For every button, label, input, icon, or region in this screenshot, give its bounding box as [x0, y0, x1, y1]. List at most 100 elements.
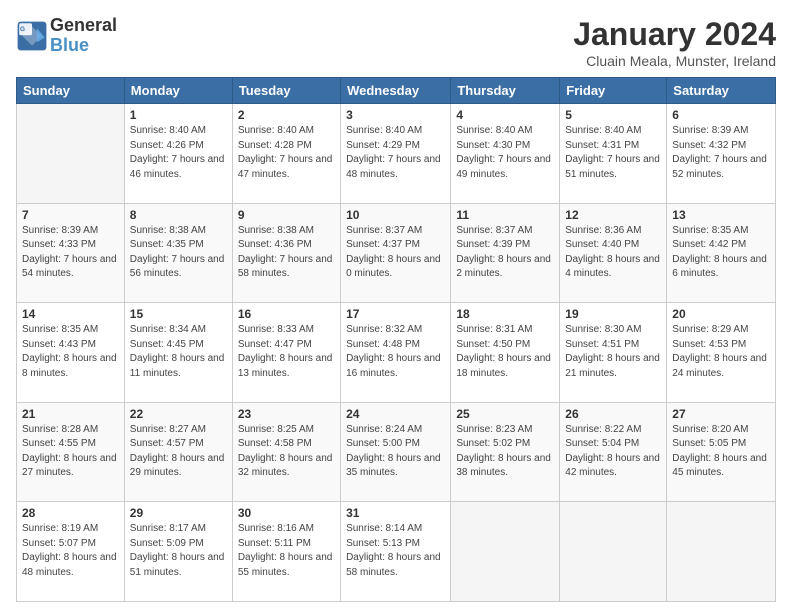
day-cell	[667, 502, 776, 602]
week-row-1: 7 Sunrise: 8:39 AMSunset: 4:33 PMDayligh…	[17, 203, 776, 303]
day-cell: 22 Sunrise: 8:27 AMSunset: 4:57 PMDaylig…	[124, 402, 232, 502]
day-cell: 4 Sunrise: 8:40 AMSunset: 4:30 PMDayligh…	[451, 104, 560, 204]
day-cell: 14 Sunrise: 8:35 AMSunset: 4:43 PMDaylig…	[17, 303, 125, 403]
day-number: 6	[672, 108, 770, 122]
svg-text:G: G	[20, 26, 25, 33]
day-number: 26	[565, 407, 661, 421]
header-sunday: Sunday	[17, 78, 125, 104]
day-number: 11	[456, 208, 554, 222]
day-cell: 20 Sunrise: 8:29 AMSunset: 4:53 PMDaylig…	[667, 303, 776, 403]
day-number: 2	[238, 108, 335, 122]
day-info: Sunrise: 8:39 AMSunset: 4:33 PMDaylight:…	[22, 224, 119, 282]
day-info: Sunrise: 8:24 AMSunset: 5:00 PMDaylight:…	[346, 423, 445, 481]
day-number: 14	[22, 307, 119, 321]
day-info: Sunrise: 8:22 AMSunset: 5:04 PMDaylight:…	[565, 423, 661, 481]
day-number: 24	[346, 407, 445, 421]
day-cell: 6 Sunrise: 8:39 AMSunset: 4:32 PMDayligh…	[667, 104, 776, 204]
day-info: Sunrise: 8:40 AMSunset: 4:26 PMDaylight:…	[130, 124, 227, 182]
day-number: 31	[346, 506, 445, 520]
header-friday: Friday	[560, 78, 667, 104]
header-row: Sunday Monday Tuesday Wednesday Thursday…	[17, 78, 776, 104]
day-number: 29	[130, 506, 227, 520]
day-number: 1	[130, 108, 227, 122]
day-cell: 15 Sunrise: 8:34 AMSunset: 4:45 PMDaylig…	[124, 303, 232, 403]
day-cell: 19 Sunrise: 8:30 AMSunset: 4:51 PMDaylig…	[560, 303, 667, 403]
day-number: 20	[672, 307, 770, 321]
day-number: 25	[456, 407, 554, 421]
day-info: Sunrise: 8:37 AMSunset: 4:37 PMDaylight:…	[346, 224, 445, 282]
location: Cluain Meala, Munster, Ireland	[573, 53, 776, 69]
header-saturday: Saturday	[667, 78, 776, 104]
day-cell: 21 Sunrise: 8:28 AMSunset: 4:55 PMDaylig…	[17, 402, 125, 502]
day-cell: 12 Sunrise: 8:36 AMSunset: 4:40 PMDaylig…	[560, 203, 667, 303]
day-info: Sunrise: 8:39 AMSunset: 4:32 PMDaylight:…	[672, 124, 770, 182]
day-cell: 23 Sunrise: 8:25 AMSunset: 4:58 PMDaylig…	[232, 402, 340, 502]
day-cell: 18 Sunrise: 8:31 AMSunset: 4:50 PMDaylig…	[451, 303, 560, 403]
day-number: 13	[672, 208, 770, 222]
week-row-2: 14 Sunrise: 8:35 AMSunset: 4:43 PMDaylig…	[17, 303, 776, 403]
day-number: 19	[565, 307, 661, 321]
week-row-4: 28 Sunrise: 8:19 AMSunset: 5:07 PMDaylig…	[17, 502, 776, 602]
day-info: Sunrise: 8:19 AMSunset: 5:07 PMDaylight:…	[22, 522, 119, 580]
day-cell	[560, 502, 667, 602]
day-number: 4	[456, 108, 554, 122]
logo: G General Blue	[16, 16, 117, 56]
day-cell	[17, 104, 125, 204]
day-info: Sunrise: 8:34 AMSunset: 4:45 PMDaylight:…	[130, 323, 227, 381]
day-info: Sunrise: 8:37 AMSunset: 4:39 PMDaylight:…	[456, 224, 554, 282]
header-monday: Monday	[124, 78, 232, 104]
day-info: Sunrise: 8:40 AMSunset: 4:30 PMDaylight:…	[456, 124, 554, 182]
day-number: 21	[22, 407, 119, 421]
day-cell: 24 Sunrise: 8:24 AMSunset: 5:00 PMDaylig…	[341, 402, 451, 502]
title-area: January 2024 Cluain Meala, Munster, Irel…	[573, 16, 776, 69]
day-number: 5	[565, 108, 661, 122]
day-cell: 25 Sunrise: 8:23 AMSunset: 5:02 PMDaylig…	[451, 402, 560, 502]
day-cell: 7 Sunrise: 8:39 AMSunset: 4:33 PMDayligh…	[17, 203, 125, 303]
day-info: Sunrise: 8:14 AMSunset: 5:13 PMDaylight:…	[346, 522, 445, 580]
calendar-page: G General Blue January 2024 Cluain Meala…	[0, 0, 792, 612]
day-info: Sunrise: 8:38 AMSunset: 4:36 PMDaylight:…	[238, 224, 335, 282]
day-number: 7	[22, 208, 119, 222]
day-cell: 29 Sunrise: 8:17 AMSunset: 5:09 PMDaylig…	[124, 502, 232, 602]
day-cell: 26 Sunrise: 8:22 AMSunset: 5:04 PMDaylig…	[560, 402, 667, 502]
day-cell: 1 Sunrise: 8:40 AMSunset: 4:26 PMDayligh…	[124, 104, 232, 204]
header: G General Blue January 2024 Cluain Meala…	[16, 16, 776, 69]
day-number: 30	[238, 506, 335, 520]
week-row-3: 21 Sunrise: 8:28 AMSunset: 4:55 PMDaylig…	[17, 402, 776, 502]
day-info: Sunrise: 8:40 AMSunset: 4:29 PMDaylight:…	[346, 124, 445, 182]
day-info: Sunrise: 8:29 AMSunset: 4:53 PMDaylight:…	[672, 323, 770, 381]
day-info: Sunrise: 8:17 AMSunset: 5:09 PMDaylight:…	[130, 522, 227, 580]
day-info: Sunrise: 8:32 AMSunset: 4:48 PMDaylight:…	[346, 323, 445, 381]
day-info: Sunrise: 8:35 AMSunset: 4:43 PMDaylight:…	[22, 323, 119, 381]
day-number: 23	[238, 407, 335, 421]
day-number: 10	[346, 208, 445, 222]
day-number: 15	[130, 307, 227, 321]
day-cell: 17 Sunrise: 8:32 AMSunset: 4:48 PMDaylig…	[341, 303, 451, 403]
day-info: Sunrise: 8:25 AMSunset: 4:58 PMDaylight:…	[238, 423, 335, 481]
header-wednesday: Wednesday	[341, 78, 451, 104]
day-number: 27	[672, 407, 770, 421]
day-info: Sunrise: 8:20 AMSunset: 5:05 PMDaylight:…	[672, 423, 770, 481]
day-cell: 30 Sunrise: 8:16 AMSunset: 5:11 PMDaylig…	[232, 502, 340, 602]
day-number: 3	[346, 108, 445, 122]
week-row-0: 1 Sunrise: 8:40 AMSunset: 4:26 PMDayligh…	[17, 104, 776, 204]
day-info: Sunrise: 8:40 AMSunset: 4:31 PMDaylight:…	[565, 124, 661, 182]
day-info: Sunrise: 8:28 AMSunset: 4:55 PMDaylight:…	[22, 423, 119, 481]
day-cell: 31 Sunrise: 8:14 AMSunset: 5:13 PMDaylig…	[341, 502, 451, 602]
day-info: Sunrise: 8:16 AMSunset: 5:11 PMDaylight:…	[238, 522, 335, 580]
day-number: 22	[130, 407, 227, 421]
day-info: Sunrise: 8:38 AMSunset: 4:35 PMDaylight:…	[130, 224, 227, 282]
day-info: Sunrise: 8:40 AMSunset: 4:28 PMDaylight:…	[238, 124, 335, 182]
day-cell: 2 Sunrise: 8:40 AMSunset: 4:28 PMDayligh…	[232, 104, 340, 204]
logo-icon: G	[16, 20, 48, 52]
day-number: 12	[565, 208, 661, 222]
header-tuesday: Tuesday	[232, 78, 340, 104]
day-cell: 16 Sunrise: 8:33 AMSunset: 4:47 PMDaylig…	[232, 303, 340, 403]
day-info: Sunrise: 8:36 AMSunset: 4:40 PMDaylight:…	[565, 224, 661, 282]
header-thursday: Thursday	[451, 78, 560, 104]
day-cell: 9 Sunrise: 8:38 AMSunset: 4:36 PMDayligh…	[232, 203, 340, 303]
day-cell: 10 Sunrise: 8:37 AMSunset: 4:37 PMDaylig…	[341, 203, 451, 303]
month-title: January 2024	[573, 16, 776, 53]
day-info: Sunrise: 8:27 AMSunset: 4:57 PMDaylight:…	[130, 423, 227, 481]
day-cell	[451, 502, 560, 602]
